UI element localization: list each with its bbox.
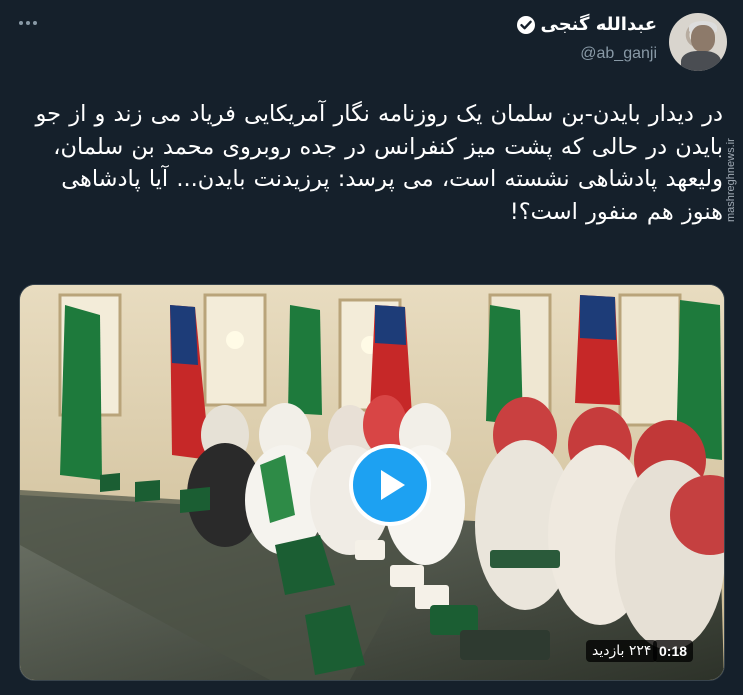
author-handle[interactable]: @ab_ganji [580,45,657,63]
author-name-row[interactable]: عبدالله گنجی [516,14,658,35]
dot [33,21,37,25]
tweet-text: در دیدار بایدن-بن سلمان یک روزنامه نگار … [35,101,723,225]
verified-badge-icon [516,15,535,34]
author-name[interactable]: عبدالله گنجی [541,14,658,35]
play-icon [381,470,405,500]
more-options-icon[interactable] [14,14,42,32]
duration-badge: 0:18 [653,640,694,662]
play-button[interactable] [349,444,431,526]
view-count-badge: ۲۲۴ بازدید [586,640,658,662]
avatar[interactable] [669,13,727,71]
dot [19,21,23,25]
watermark: mashreghnews.ir [725,138,737,222]
video-player[interactable] [19,284,725,681]
dot [26,21,30,25]
